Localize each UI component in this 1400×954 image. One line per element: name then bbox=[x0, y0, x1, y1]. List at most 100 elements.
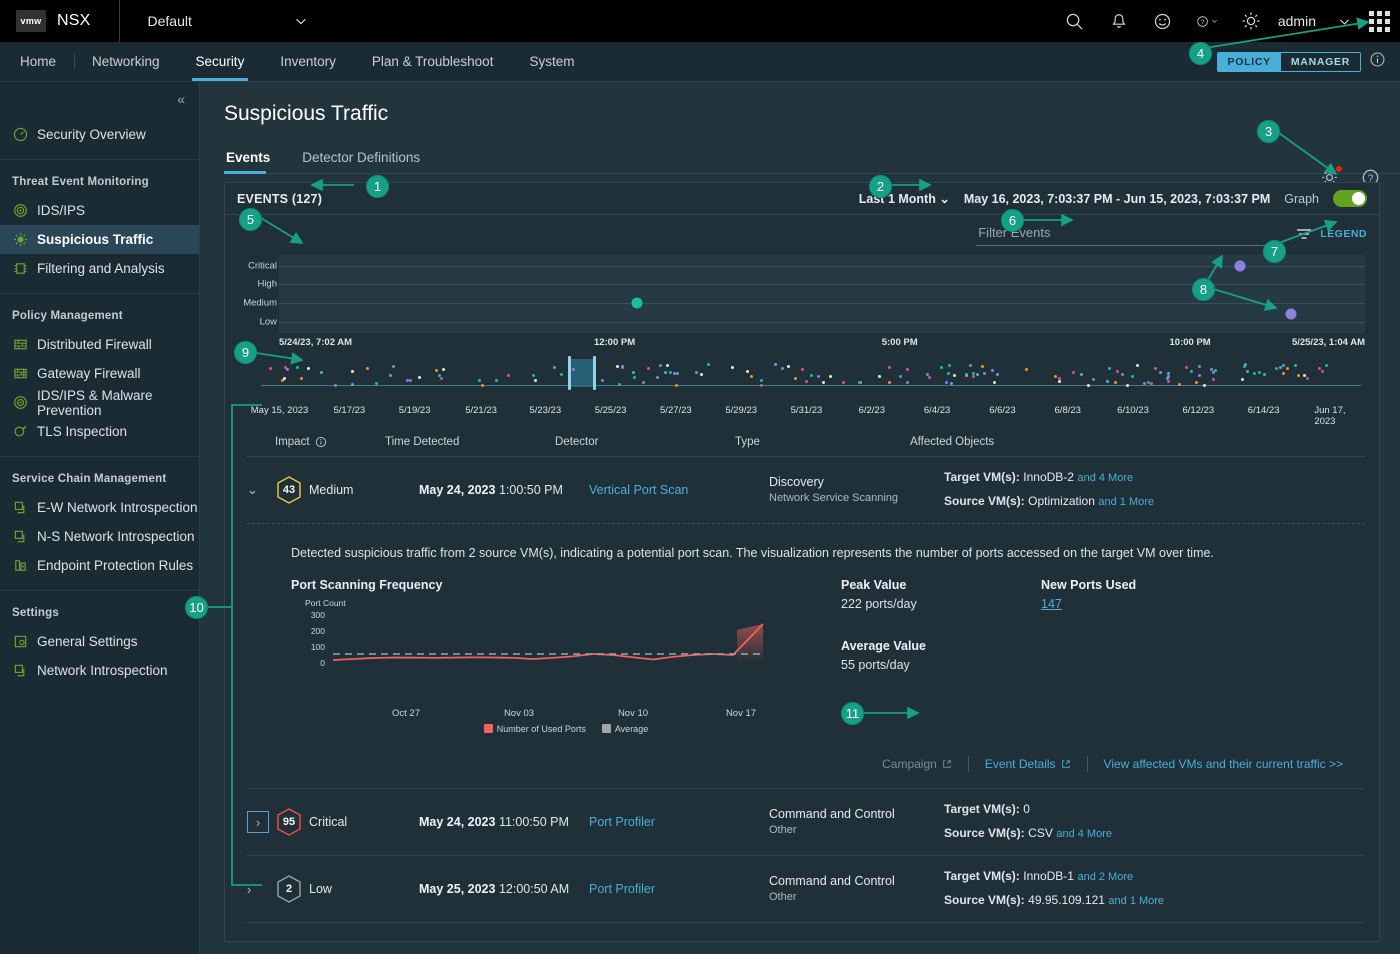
svg-text:300: 300 bbox=[311, 610, 325, 620]
peak-label: Peak Value bbox=[841, 578, 907, 592]
sidebar-item-ids-ips-malware-prevention[interactable]: IDS/IPS & Malware Prevention bbox=[0, 388, 199, 418]
target-vms-more[interactable]: and 2 More bbox=[1077, 871, 1133, 883]
timeline-scrubber[interactable] bbox=[239, 353, 1365, 405]
detector-link[interactable]: Vertical Port Scan bbox=[589, 483, 769, 497]
annotation-7: 7 bbox=[1263, 240, 1286, 263]
detector-link[interactable]: Port Profiler bbox=[589, 882, 769, 896]
scrubber-event-dot bbox=[939, 365, 943, 369]
table-row[interactable]: ⌄ 43 Medium May 24, 2023 1:00:50 PM Vert… bbox=[247, 457, 1365, 789]
scrubber-event-dot bbox=[1054, 375, 1058, 379]
tab-detector-definitions[interactable]: Detector Definitions bbox=[300, 144, 430, 173]
scrubber-handle-left[interactable] bbox=[567, 356, 571, 390]
scrubber-event-dot bbox=[280, 379, 284, 383]
row-expand-toggle[interactable]: › bbox=[247, 882, 275, 897]
sidebar: « Security Overview Threat Event Monitor… bbox=[0, 82, 200, 954]
table-row[interactable]: › 2 Low May 25, 2023 12:00:50 AM Port Pr… bbox=[247, 856, 1365, 923]
graph-toggle[interactable] bbox=[1333, 190, 1367, 207]
manager-button[interactable]: MANAGER bbox=[1280, 52, 1360, 71]
scrub-tick-5: 5/25/23 bbox=[594, 405, 627, 416]
sidebar-item-endpoint-protection-rules[interactable]: Endpoint Protection Rules bbox=[0, 551, 199, 580]
source-vms-more[interactable]: and 1 More bbox=[1098, 496, 1154, 508]
nav-item-security[interactable]: Security bbox=[178, 42, 263, 81]
scrubber-event-dot bbox=[477, 379, 481, 383]
scrubber-event-dot bbox=[559, 373, 563, 377]
product-name: NSX bbox=[57, 12, 91, 29]
nav-item-plan-troubleshoot[interactable]: Plan & Troubleshoot bbox=[354, 42, 512, 81]
search-icon[interactable] bbox=[1064, 10, 1086, 32]
user-menu[interactable]: admin bbox=[1278, 13, 1351, 29]
scrubber-selection[interactable] bbox=[567, 359, 595, 387]
view-affected-vms-link[interactable]: View affected VMs and their current traf… bbox=[1088, 757, 1359, 771]
scrubber-event-dot bbox=[972, 371, 976, 375]
help-icon[interactable]: ? bbox=[1196, 10, 1218, 32]
x-tick-3: 10:00 PM bbox=[1169, 337, 1211, 348]
row-expand-toggle[interactable]: ⌄ bbox=[247, 482, 275, 498]
sidebar-item-network-introspection[interactable]: Network Introspection bbox=[0, 656, 199, 685]
annotation-4: 4 bbox=[1189, 42, 1212, 65]
scrub-tick-15: 6/14/23 bbox=[1247, 405, 1280, 416]
row-expand-toggle[interactable]: › bbox=[247, 811, 269, 833]
scrubber-event-dot bbox=[948, 364, 952, 368]
target-vms-value: 0 bbox=[1023, 802, 1030, 817]
sidebar-collapse-button[interactable]: « bbox=[0, 82, 199, 116]
sidebar-item-gateway-firewall[interactable]: Gateway Firewall bbox=[0, 359, 199, 388]
detector-link[interactable]: Port Profiler bbox=[589, 815, 769, 829]
impact-score-badge: 95 bbox=[275, 807, 309, 837]
event-details-link[interactable]: Event Details bbox=[969, 757, 1087, 771]
sidebar-item-ns-network-introspection[interactable]: N-S Network Introspection bbox=[0, 522, 199, 551]
smiley-icon[interactable] bbox=[1152, 10, 1174, 32]
sidebar-item-general-settings[interactable]: General Settings bbox=[0, 627, 199, 656]
event-time: 1:00:50 PM bbox=[498, 483, 563, 497]
tab-events[interactable]: Events bbox=[224, 144, 280, 174]
event-dot-medium[interactable] bbox=[631, 297, 643, 309]
sidebar-item-tls-inspection[interactable]: TLS Inspection bbox=[0, 417, 199, 446]
scrubber-event-dot bbox=[481, 384, 485, 388]
event-dot-low[interactable] bbox=[1285, 308, 1297, 320]
tenant-selector[interactable]: Default bbox=[148, 13, 308, 29]
chart-x-axis: Oct 27 Nov 03 Nov 10 Nov 17 bbox=[321, 708, 811, 722]
source-vms-more[interactable]: and 4 More bbox=[1056, 828, 1112, 840]
event-dot-critical[interactable] bbox=[1234, 260, 1246, 272]
theme-icon[interactable] bbox=[1240, 10, 1262, 32]
legend-button[interactable]: LEGEND bbox=[1296, 228, 1367, 240]
sidebar-item-ids-ips[interactable]: IDS/IPS bbox=[0, 196, 199, 225]
sidebar-item-security-overview[interactable]: Security Overview bbox=[0, 120, 199, 149]
nav-label: Networking bbox=[92, 54, 160, 69]
table-row[interactable]: › 95 Critical May 24, 2023 11:00:50 PM P… bbox=[247, 789, 1365, 856]
info-icon[interactable] bbox=[1369, 51, 1386, 73]
scrubber-handle-right[interactable] bbox=[592, 356, 596, 390]
x-tick-1: Nov 03 bbox=[503, 708, 535, 719]
scrubber-event-dot bbox=[905, 367, 909, 371]
scrubber-event-dot bbox=[669, 370, 673, 374]
chart-title: Port Scanning Frequency bbox=[291, 578, 443, 592]
impact-score-badge: 43 bbox=[275, 475, 309, 505]
nav-item-inventory[interactable]: Inventory bbox=[262, 42, 354, 81]
scrubber-event-dot bbox=[672, 372, 676, 376]
policy-manager-toggle[interactable]: POLICY MANAGER bbox=[1216, 51, 1361, 72]
bell-icon[interactable] bbox=[1108, 10, 1130, 32]
policy-button[interactable]: POLICY bbox=[1217, 52, 1281, 71]
chevron-down-icon bbox=[1212, 19, 1217, 23]
source-vms-more[interactable]: and 1 More bbox=[1108, 895, 1164, 907]
settings-icon bbox=[12, 634, 28, 650]
nav-item-networking[interactable]: Networking bbox=[74, 42, 178, 81]
nav-item-system[interactable]: System bbox=[511, 42, 592, 81]
target-vms-more[interactable]: and 4 More bbox=[1077, 472, 1133, 484]
new-ports-link[interactable]: 147 bbox=[1041, 597, 1062, 611]
sidebar-item-suspicious-traffic[interactable]: Suspicious Traffic bbox=[0, 225, 199, 254]
nav-item-home[interactable]: Home bbox=[0, 42, 74, 81]
sidebar-section-overview: Security Overview bbox=[0, 116, 199, 160]
sidebar-item-distributed-firewall[interactable]: Distributed Firewall bbox=[0, 330, 199, 359]
divider bbox=[118, 0, 120, 42]
app-grid-icon[interactable] bbox=[1369, 10, 1390, 32]
sidebar-item-filtering-and-analysis[interactable]: Filtering and Analysis bbox=[0, 254, 199, 283]
sidebar-section-header: Service Chain Management bbox=[12, 473, 167, 485]
campaign-link[interactable]: Campaign bbox=[866, 757, 968, 771]
scrub-tick-0: May 15, 2023 bbox=[250, 405, 309, 416]
sidebar-item-ew-network-introspection[interactable]: E-W Network Introspection bbox=[0, 493, 199, 522]
scrubber-event-dot bbox=[434, 369, 438, 373]
scrub-tick-14: 6/12/23 bbox=[1182, 405, 1215, 416]
scrubber-event-dot bbox=[641, 380, 645, 384]
sidebar-item-label: General Settings bbox=[37, 634, 138, 649]
info-icon[interactable] bbox=[315, 436, 327, 448]
